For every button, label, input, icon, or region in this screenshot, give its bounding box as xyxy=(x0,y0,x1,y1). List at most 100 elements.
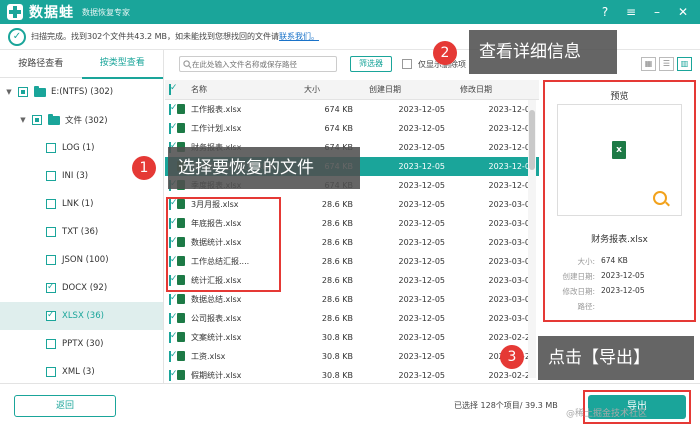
app-subtitle: 数据恢复专家 xyxy=(82,7,130,17)
tree-item-checkbox[interactable] xyxy=(46,171,56,181)
expand-caret-icon[interactable]: ▼ xyxy=(4,88,14,96)
file-created: 2023-12-05 xyxy=(398,371,446,380)
table-row[interactable]: 假期统计.xlsx 30.8 KB 2023-12-05 2023-02-23 xyxy=(165,366,539,383)
tree-item-checkbox[interactable] xyxy=(46,282,56,293)
tab-by-path[interactable]: 按路径查看 xyxy=(0,50,82,78)
file-created: 2023-12-05 xyxy=(398,124,446,133)
row-checkbox[interactable] xyxy=(169,370,171,381)
scroll-thumb[interactable] xyxy=(529,110,535,170)
back-button[interactable]: 返回 xyxy=(14,395,116,417)
table-row[interactable]: 数据总结.xlsx 28.6 KB 2023-12-05 2023-03-02 xyxy=(165,290,539,309)
tree-item-checkbox[interactable] xyxy=(46,310,56,321)
header-modified[interactable]: 修改日期 xyxy=(431,84,521,95)
file-name: 工作计划.xlsx xyxy=(191,124,242,133)
select-all-checkbox[interactable] xyxy=(169,84,171,95)
tree-item[interactable]: LNK (1) xyxy=(0,190,163,218)
tree-item-checkbox[interactable] xyxy=(46,143,56,153)
only-deleted-checkbox[interactable] xyxy=(402,59,412,69)
file-size: 30.8 KB xyxy=(321,333,353,342)
tree-item-label: DOCX (92) xyxy=(62,283,108,293)
preview-field: 修改日期: 2023-12-05 xyxy=(555,286,644,297)
search-box[interactable] xyxy=(179,56,337,72)
tree-item-checkbox[interactable] xyxy=(32,115,42,125)
preview-field-value: 2023-12-05 xyxy=(601,271,645,280)
expand-caret-icon[interactable]: ▼ xyxy=(18,116,28,124)
only-deleted-toggle[interactable]: 仅显示删除项 xyxy=(402,59,466,70)
help-icon[interactable]: ? xyxy=(598,5,612,19)
tree-item-checkbox[interactable] xyxy=(46,367,56,377)
watermark: @稀土掘金技术社区 xyxy=(566,409,648,419)
step3-badge: 3 xyxy=(500,345,524,369)
table-row[interactable]: 工作计划.xlsx 674 KB 2023-12-05 2023-12-05 xyxy=(165,119,539,138)
file-size: 30.8 KB xyxy=(321,371,353,380)
table-row[interactable]: 文案统计.xlsx 30.8 KB 2023-12-05 2023-02-23 xyxy=(165,328,539,347)
file-name: 数据总结.xlsx xyxy=(191,295,242,304)
tree-item-checkbox[interactable] xyxy=(18,87,28,97)
tree-item-checkbox[interactable] xyxy=(46,227,56,237)
table-row[interactable]: 公司报表.xlsx 28.6 KB 2023-12-05 2023-03-02 xyxy=(165,309,539,328)
table-row[interactable]: 工资.xlsx30.8 KB2023-12-052023-02-23 xyxy=(165,347,539,366)
row-checkbox[interactable] xyxy=(169,123,171,134)
magnifier-icon[interactable] xyxy=(653,191,667,205)
tree-item-checkbox[interactable] xyxy=(46,255,56,265)
file-modified: 2023-02-23 xyxy=(488,333,536,342)
file-created: 2023-12-05 xyxy=(398,162,446,171)
row-checkbox[interactable] xyxy=(169,104,171,115)
minimize-icon[interactable]: – xyxy=(650,5,664,19)
file-modified: 2023-12-05 xyxy=(488,105,536,114)
file-modified: 2023-03-02 xyxy=(488,276,536,285)
excel-file-icon: x xyxy=(612,141,626,159)
file-modified: 2023-12-05 xyxy=(488,181,536,190)
step3-callout: 点击【导出】 xyxy=(538,336,694,380)
header-name[interactable]: 名称 xyxy=(177,84,285,95)
file-created: 2023-12-05 xyxy=(398,295,446,304)
file-modified: 2023-03-02 xyxy=(488,219,536,228)
contact-us-link[interactable]: 联系我们。 xyxy=(279,31,319,42)
folder-icon xyxy=(48,113,60,125)
table-scrollbar[interactable] xyxy=(528,100,536,378)
tree-item[interactable]: ▼ 文件 (302) xyxy=(0,106,163,134)
row-checkbox[interactable] xyxy=(169,294,171,305)
preview-field-value: 674 KB xyxy=(601,256,628,265)
tree-item-checkbox[interactable] xyxy=(46,339,56,349)
tree-item-label: LNK (1) xyxy=(62,199,94,209)
header-created[interactable]: 创建日期 xyxy=(339,84,431,95)
tree-item[interactable]: XML (3) xyxy=(0,358,163,386)
row-checkbox[interactable] xyxy=(169,313,171,324)
preview-field-key: 大小: xyxy=(577,257,595,266)
tree-item[interactable]: PPTX (30) xyxy=(0,330,163,358)
list-view-icon[interactable]: ☰ xyxy=(659,57,674,71)
row-checkbox[interactable] xyxy=(169,351,171,362)
row-checkbox[interactable] xyxy=(169,332,171,343)
menu-icon[interactable]: ≡ xyxy=(624,5,638,19)
title-bar: 数据蛙 数据恢复专家 ? ≡ – ✕ xyxy=(0,0,700,24)
tree-item[interactable]: ▼ E:(NTFS) (302) xyxy=(0,78,163,106)
tree-item[interactable]: JSON (100) xyxy=(0,246,163,274)
detail-view-icon[interactable]: ▥ xyxy=(677,57,692,71)
file-created: 2023-12-05 xyxy=(398,333,446,342)
tree-item[interactable]: XLSX (36) xyxy=(0,302,163,330)
tree-item-checkbox[interactable] xyxy=(46,199,56,209)
app-name: 数据蛙 xyxy=(29,5,74,21)
search-input[interactable] xyxy=(192,59,332,69)
tree-item[interactable]: DOCX (92) xyxy=(0,274,163,302)
file-created: 2023-12-05 xyxy=(398,143,446,152)
preview-file-name: 财务报表.xlsx xyxy=(591,235,648,245)
file-size: 28.6 KB xyxy=(321,257,353,266)
file-modified: 2023-03-02 xyxy=(488,314,536,323)
tab-by-type[interactable]: 按类型查看 xyxy=(81,49,163,79)
preview-field: 路径: xyxy=(555,301,601,312)
close-icon[interactable]: ✕ xyxy=(676,5,690,19)
filter-button[interactable]: 筛选器 xyxy=(350,56,392,72)
file-modified: 2023-12-05 xyxy=(488,143,536,152)
tree-item-label: 文件 (302) xyxy=(65,116,108,126)
preview-thumbnail: x xyxy=(557,104,682,216)
table-row[interactable]: 工作报表.xlsx 674 KB 2023-12-05 2023-12-05 xyxy=(165,100,539,119)
tree-item[interactable]: TXT (36) xyxy=(0,218,163,246)
tree-item-label: TXT (36) xyxy=(62,227,99,237)
table-header: 名称 大小 创建日期 修改日期 xyxy=(165,80,539,100)
file-size: 674 KB xyxy=(324,105,353,114)
header-size[interactable]: 大小 xyxy=(285,84,339,95)
file-created: 2023-12-05 xyxy=(398,200,446,209)
grid-view-icon[interactable]: ▦ xyxy=(641,57,656,71)
